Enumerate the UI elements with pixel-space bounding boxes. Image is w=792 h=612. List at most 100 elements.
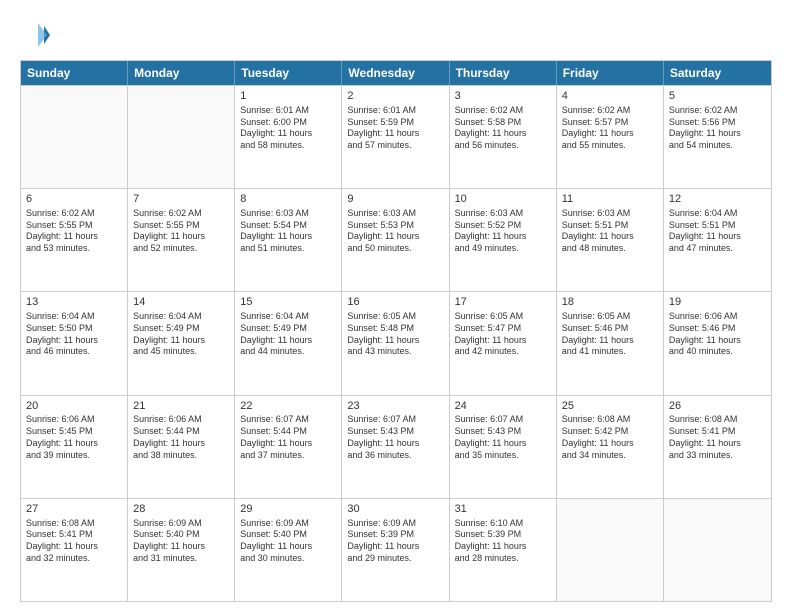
day-number: 5 (669, 89, 766, 104)
calendar-cell (557, 499, 664, 601)
calendar-cell: 27Sunrise: 6:08 AM Sunset: 5:41 PM Dayli… (21, 499, 128, 601)
calendar-cell: 20Sunrise: 6:06 AM Sunset: 5:45 PM Dayli… (21, 396, 128, 498)
calendar-cell: 25Sunrise: 6:08 AM Sunset: 5:42 PM Dayli… (557, 396, 664, 498)
calendar-cell: 19Sunrise: 6:06 AM Sunset: 5:46 PM Dayli… (664, 292, 771, 394)
calendar-cell: 5Sunrise: 6:02 AM Sunset: 5:56 PM Daylig… (664, 86, 771, 188)
day-info: Sunrise: 6:09 AM Sunset: 5:39 PM Dayligh… (347, 518, 443, 565)
weekday-header: Tuesday (235, 61, 342, 85)
day-number: 12 (669, 192, 766, 207)
calendar-cell: 14Sunrise: 6:04 AM Sunset: 5:49 PM Dayli… (128, 292, 235, 394)
day-info: Sunrise: 6:08 AM Sunset: 5:41 PM Dayligh… (26, 518, 122, 565)
day-info: Sunrise: 6:02 AM Sunset: 5:57 PM Dayligh… (562, 105, 658, 152)
day-number: 6 (26, 192, 122, 207)
day-number: 24 (455, 399, 551, 414)
day-number: 15 (240, 295, 336, 310)
day-info: Sunrise: 6:07 AM Sunset: 5:44 PM Dayligh… (240, 414, 336, 461)
header (20, 20, 772, 50)
day-number: 17 (455, 295, 551, 310)
calendar-cell: 3Sunrise: 6:02 AM Sunset: 5:58 PM Daylig… (450, 86, 557, 188)
day-info: Sunrise: 6:02 AM Sunset: 5:56 PM Dayligh… (669, 105, 766, 152)
calendar-cell: 16Sunrise: 6:05 AM Sunset: 5:48 PM Dayli… (342, 292, 449, 394)
day-number: 11 (562, 192, 658, 207)
day-number: 31 (455, 502, 551, 517)
day-info: Sunrise: 6:03 AM Sunset: 5:53 PM Dayligh… (347, 208, 443, 255)
calendar-cell (21, 86, 128, 188)
day-info: Sunrise: 6:01 AM Sunset: 6:00 PM Dayligh… (240, 105, 336, 152)
calendar-cell: 26Sunrise: 6:08 AM Sunset: 5:41 PM Dayli… (664, 396, 771, 498)
day-info: Sunrise: 6:08 AM Sunset: 5:41 PM Dayligh… (669, 414, 766, 461)
calendar-row: 6Sunrise: 6:02 AM Sunset: 5:55 PM Daylig… (21, 188, 771, 291)
day-number: 10 (455, 192, 551, 207)
day-info: Sunrise: 6:02 AM Sunset: 5:55 PM Dayligh… (26, 208, 122, 255)
calendar-cell: 30Sunrise: 6:09 AM Sunset: 5:39 PM Dayli… (342, 499, 449, 601)
calendar-cell: 2Sunrise: 6:01 AM Sunset: 5:59 PM Daylig… (342, 86, 449, 188)
calendar: SundayMondayTuesdayWednesdayThursdayFrid… (20, 60, 772, 602)
day-info: Sunrise: 6:07 AM Sunset: 5:43 PM Dayligh… (347, 414, 443, 461)
logo (20, 20, 54, 50)
calendar-cell: 23Sunrise: 6:07 AM Sunset: 5:43 PM Dayli… (342, 396, 449, 498)
weekday-header: Wednesday (342, 61, 449, 85)
calendar-cell: 21Sunrise: 6:06 AM Sunset: 5:44 PM Dayli… (128, 396, 235, 498)
calendar-body: 1Sunrise: 6:01 AM Sunset: 6:00 PM Daylig… (21, 85, 771, 601)
day-number: 8 (240, 192, 336, 207)
calendar-cell: 1Sunrise: 6:01 AM Sunset: 6:00 PM Daylig… (235, 86, 342, 188)
weekday-header: Thursday (450, 61, 557, 85)
calendar-cell: 13Sunrise: 6:04 AM Sunset: 5:50 PM Dayli… (21, 292, 128, 394)
day-info: Sunrise: 6:07 AM Sunset: 5:43 PM Dayligh… (455, 414, 551, 461)
day-number: 7 (133, 192, 229, 207)
day-number: 20 (26, 399, 122, 414)
day-number: 18 (562, 295, 658, 310)
day-info: Sunrise: 6:04 AM Sunset: 5:50 PM Dayligh… (26, 311, 122, 358)
calendar-cell: 7Sunrise: 6:02 AM Sunset: 5:55 PM Daylig… (128, 189, 235, 291)
day-number: 29 (240, 502, 336, 517)
calendar-cell: 15Sunrise: 6:04 AM Sunset: 5:49 PM Dayli… (235, 292, 342, 394)
calendar-cell: 12Sunrise: 6:04 AM Sunset: 5:51 PM Dayli… (664, 189, 771, 291)
calendar-cell: 9Sunrise: 6:03 AM Sunset: 5:53 PM Daylig… (342, 189, 449, 291)
calendar-row: 27Sunrise: 6:08 AM Sunset: 5:41 PM Dayli… (21, 498, 771, 601)
calendar-cell: 4Sunrise: 6:02 AM Sunset: 5:57 PM Daylig… (557, 86, 664, 188)
calendar-cell (664, 499, 771, 601)
day-info: Sunrise: 6:02 AM Sunset: 5:55 PM Dayligh… (133, 208, 229, 255)
calendar-row: 1Sunrise: 6:01 AM Sunset: 6:00 PM Daylig… (21, 85, 771, 188)
day-info: Sunrise: 6:05 AM Sunset: 5:48 PM Dayligh… (347, 311, 443, 358)
day-number: 26 (669, 399, 766, 414)
day-number: 4 (562, 89, 658, 104)
calendar-row: 13Sunrise: 6:04 AM Sunset: 5:50 PM Dayli… (21, 291, 771, 394)
calendar-cell: 17Sunrise: 6:05 AM Sunset: 5:47 PM Dayli… (450, 292, 557, 394)
calendar-cell: 6Sunrise: 6:02 AM Sunset: 5:55 PM Daylig… (21, 189, 128, 291)
calendar-row: 20Sunrise: 6:06 AM Sunset: 5:45 PM Dayli… (21, 395, 771, 498)
day-info: Sunrise: 6:08 AM Sunset: 5:42 PM Dayligh… (562, 414, 658, 461)
day-number: 22 (240, 399, 336, 414)
weekday-header: Monday (128, 61, 235, 85)
day-number: 14 (133, 295, 229, 310)
calendar-cell: 31Sunrise: 6:10 AM Sunset: 5:39 PM Dayli… (450, 499, 557, 601)
day-number: 25 (562, 399, 658, 414)
calendar-cell: 11Sunrise: 6:03 AM Sunset: 5:51 PM Dayli… (557, 189, 664, 291)
day-number: 23 (347, 399, 443, 414)
day-number: 16 (347, 295, 443, 310)
day-number: 2 (347, 89, 443, 104)
calendar-cell: 29Sunrise: 6:09 AM Sunset: 5:40 PM Dayli… (235, 499, 342, 601)
day-number: 21 (133, 399, 229, 414)
day-info: Sunrise: 6:10 AM Sunset: 5:39 PM Dayligh… (455, 518, 551, 565)
weekday-header: Sunday (21, 61, 128, 85)
calendar-cell: 18Sunrise: 6:05 AM Sunset: 5:46 PM Dayli… (557, 292, 664, 394)
day-number: 30 (347, 502, 443, 517)
day-info: Sunrise: 6:03 AM Sunset: 5:51 PM Dayligh… (562, 208, 658, 255)
weekday-header: Saturday (664, 61, 771, 85)
day-number: 13 (26, 295, 122, 310)
day-info: Sunrise: 6:03 AM Sunset: 5:52 PM Dayligh… (455, 208, 551, 255)
logo-icon (20, 20, 50, 50)
day-info: Sunrise: 6:06 AM Sunset: 5:46 PM Dayligh… (669, 311, 766, 358)
calendar-cell (128, 86, 235, 188)
day-info: Sunrise: 6:04 AM Sunset: 5:51 PM Dayligh… (669, 208, 766, 255)
day-info: Sunrise: 6:06 AM Sunset: 5:45 PM Dayligh… (26, 414, 122, 461)
day-number: 27 (26, 502, 122, 517)
day-info: Sunrise: 6:09 AM Sunset: 5:40 PM Dayligh… (133, 518, 229, 565)
day-info: Sunrise: 6:05 AM Sunset: 5:47 PM Dayligh… (455, 311, 551, 358)
weekday-header: Friday (557, 61, 664, 85)
day-info: Sunrise: 6:01 AM Sunset: 5:59 PM Dayligh… (347, 105, 443, 152)
page: SundayMondayTuesdayWednesdayThursdayFrid… (0, 0, 792, 612)
calendar-header: SundayMondayTuesdayWednesdayThursdayFrid… (21, 61, 771, 85)
day-number: 9 (347, 192, 443, 207)
